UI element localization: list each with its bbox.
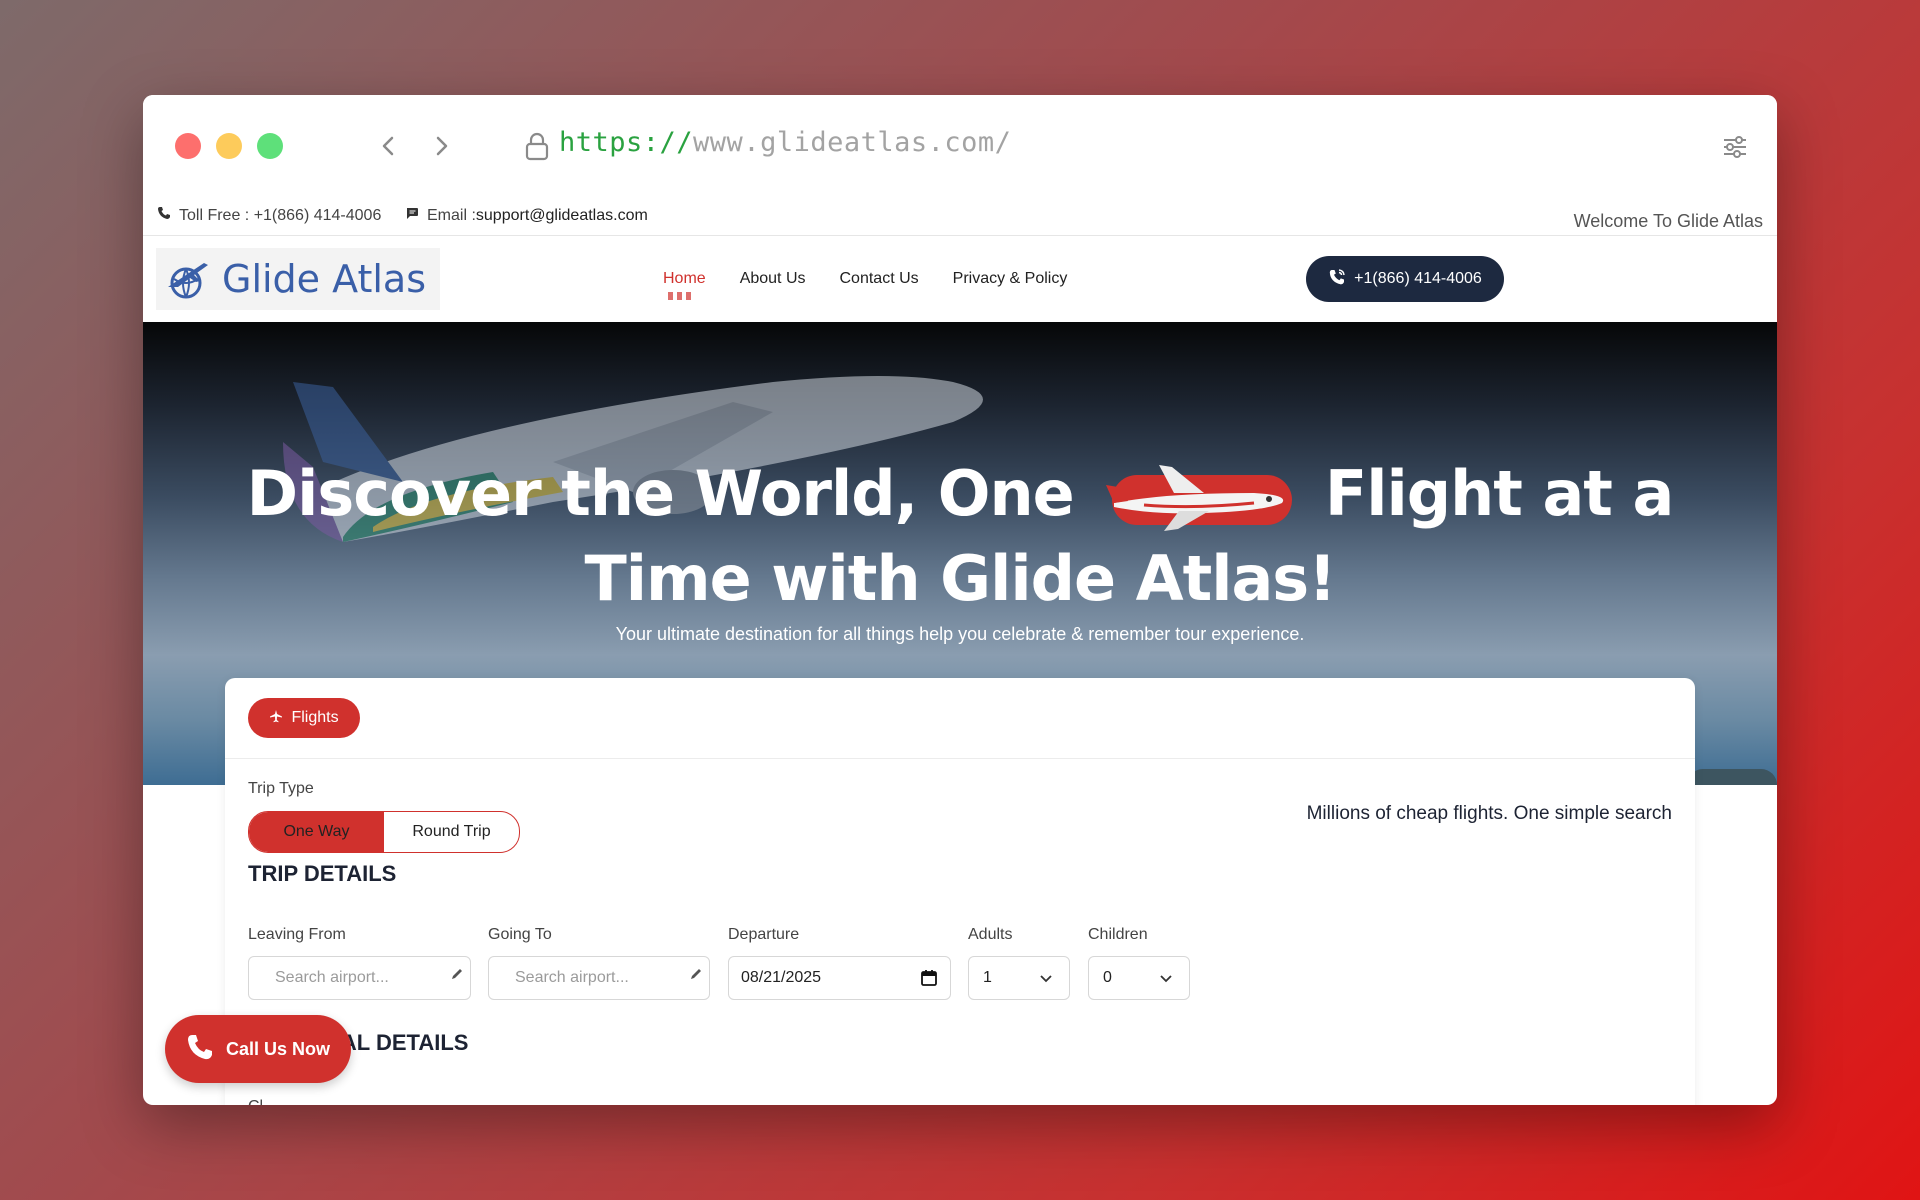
address-bar[interactable]: https://www.glideatlas.com/ <box>559 127 1011 158</box>
children-select[interactable]: 0 <box>1088 956 1190 1000</box>
lock-icon <box>524 131 550 161</box>
nav-contact-us[interactable]: Contact Us <box>840 270 919 288</box>
call-us-now-label: Call Us Now <box>225 1038 331 1059</box>
welcome-text: Welcome To Glide Atlas <box>1573 211 1763 231</box>
calendar-icon[interactable] <box>920 969 938 987</box>
departure-label: Departure <box>728 926 800 943</box>
url-scheme: https:// <box>559 127 694 158</box>
chevron-down-icon <box>1040 975 1052 983</box>
phone-call-icon <box>1328 268 1346 291</box>
leaving-from-label: Leaving From <box>248 926 346 943</box>
globe-plane-icon <box>168 263 208 299</box>
island-decoration <box>1687 769 1777 785</box>
search-tagline: Millions of cheap flights. One simple se… <box>1306 803 1672 824</box>
trip-type-toggle: One Way Round Trip <box>248 811 520 853</box>
email-info[interactable]: Email :support@glideatlas.com <box>405 206 648 225</box>
back-arrow-icon[interactable] <box>373 129 403 163</box>
children-value: 0 <box>1103 969 1112 986</box>
departure-date-value: 08/21/2025 <box>741 969 822 986</box>
call-us-now-button[interactable]: Call Us Now <box>165 1015 351 1083</box>
leaving-from-placeholder: Search airport... <box>275 969 389 986</box>
tab-flights[interactable]: Flights <box>248 698 360 738</box>
minimize-window-button[interactable] <box>216 133 242 159</box>
url-host: www.glideatlas.com/ <box>693 127 1012 158</box>
going-to-label: Going To <box>488 926 552 943</box>
browser-toolbar: https://www.glideatlas.com/ <box>143 95 1777 197</box>
nav-home[interactable]: Home <box>663 270 706 300</box>
going-to-input[interactable]: Search airport... <box>488 956 710 1000</box>
hero-title-part-1: Discover the World, One <box>246 457 1075 530</box>
sliders-icon[interactable] <box>1721 133 1749 161</box>
site-header: Glide Atlas Home About Us Contact Us Pri… <box>143 236 1777 322</box>
maximize-window-button[interactable] <box>257 133 283 159</box>
pencil-icon <box>691 969 701 979</box>
browser-window: https://www.glideatlas.com/ Toll Free : … <box>143 95 1777 1105</box>
logo-text: Glide Atlas <box>222 257 427 301</box>
adults-label: Adults <box>968 926 1013 943</box>
phone-icon <box>157 206 171 225</box>
hero-title-line-1: Discover the World, One Flight at a <box>143 457 1777 533</box>
trip-one-way[interactable]: One Way <box>249 812 384 852</box>
flight-search-card: Flights Trip Type One Way Round Trip Mil… <box>225 678 1695 1105</box>
hero-title-part-2: Flight at a <box>1324 457 1674 530</box>
children-label: Children <box>1088 926 1148 943</box>
top-info-bar: Toll Free : +1(866) 414-4006 Email :supp… <box>143 197 1777 236</box>
nav-about-us[interactable]: About Us <box>740 270 806 288</box>
leaving-from-input[interactable]: Search airport... <box>248 956 471 1000</box>
adults-value: 1 <box>983 969 992 986</box>
header-phone-button[interactable]: +1(866) 414-4006 <box>1306 256 1504 302</box>
main-nav: Home About Us Contact Us Privacy & Polic… <box>663 270 1068 300</box>
trip-round-trip[interactable]: Round Trip <box>384 812 519 852</box>
close-window-button[interactable] <box>175 133 201 159</box>
trip-type-label: Trip Type <box>248 780 314 797</box>
hero-subtitle: Your ultimate destination for all things… <box>615 624 1305 644</box>
pencil-icon <box>452 969 462 979</box>
divider <box>225 758 1695 759</box>
going-to-placeholder: Search airport... <box>515 969 629 986</box>
airplane-pill-icon <box>1104 463 1294 533</box>
hero-title-line-2: Time with Glide Atlas! <box>584 542 1337 615</box>
phone-icon <box>186 1033 214 1066</box>
personal-details-first-label: Cl <box>248 1098 263 1105</box>
nav-privacy-policy[interactable]: Privacy & Policy <box>953 270 1068 288</box>
toll-free-text: Toll Free : +1(866) 414-4006 <box>179 206 382 224</box>
departure-date-input[interactable]: 08/21/2025 <box>728 956 951 1000</box>
message-icon <box>405 206 419 225</box>
chevron-down-icon <box>1160 975 1172 983</box>
header-phone-label: +1(866) 414-4006 <box>1354 270 1482 287</box>
email-label: Email : <box>427 206 476 224</box>
email-link[interactable]: support@glideatlas.com <box>476 207 648 224</box>
logo[interactable]: Glide Atlas <box>156 248 440 310</box>
airplane-icon <box>269 709 283 728</box>
tab-flights-label: Flights <box>291 709 339 726</box>
toll-free-info[interactable]: Toll Free : +1(866) 414-4006 <box>157 206 381 225</box>
trip-details-title: TRIP DETAILS <box>248 861 397 886</box>
adults-select[interactable]: 1 <box>968 956 1070 1000</box>
forward-arrow-icon[interactable] <box>427 129 457 163</box>
